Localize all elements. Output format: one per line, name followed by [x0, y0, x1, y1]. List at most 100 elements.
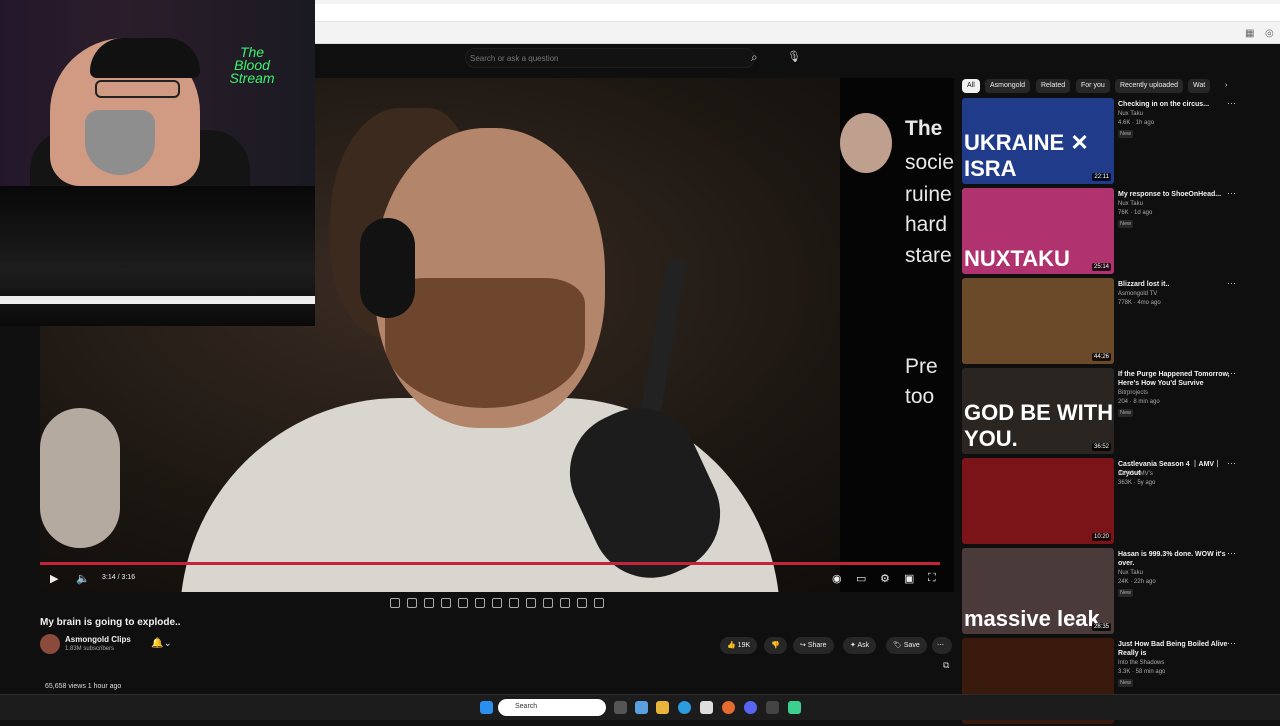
like-count: 19K: [737, 642, 751, 649]
toolbar-tool-icon[interactable]: [526, 598, 536, 608]
channel-avatar[interactable]: [40, 634, 60, 654]
video-thumbnail[interactable]: 44:26: [962, 278, 1114, 364]
edge-icon[interactable]: [678, 701, 691, 714]
recommendation-item[interactable]: NUXTAKU 25:14 My response to ShoeOnHead.…: [962, 188, 1242, 276]
duration-badge: 22:11: [1092, 173, 1111, 181]
progress-bar[interactable]: [40, 562, 941, 565]
recommendation-title[interactable]: Blizzard lost it..: [1118, 280, 1233, 289]
like-button[interactable]: 👍 19K: [720, 637, 758, 654]
video-thumbnail[interactable]: UKRAINE ✕ ISRA 22:11: [962, 98, 1114, 184]
chevron-right-icon[interactable]: ›: [1220, 79, 1232, 93]
recommendation-title[interactable]: Checking in on the circus...: [1118, 100, 1233, 109]
fullscreen-icon[interactable]: ⛶: [928, 572, 936, 585]
bell-icon[interactable]: 🔔⌄: [151, 638, 172, 649]
clip-icon[interactable]: ⧉: [943, 660, 949, 671]
app-icon[interactable]: [766, 701, 779, 714]
more-options-icon[interactable]: ⋯: [1227, 548, 1236, 559]
taskbar-search[interactable]: Search: [498, 699, 606, 716]
firefox-icon[interactable]: [722, 701, 735, 714]
recommendation-meta: 778K · 4mo ago: [1118, 300, 1161, 306]
channel-name[interactable]: Asmongold Clips: [65, 635, 131, 644]
toolbar-tool-icon[interactable]: [577, 598, 587, 608]
toolbar-tool-icon[interactable]: [475, 598, 485, 608]
recommendation-channel[interactable]: IGNIS AMV's: [1118, 471, 1153, 477]
play-icon[interactable]: ▶: [50, 572, 58, 585]
duration-badge: 28:35: [1091, 623, 1111, 631]
cam-beard: [85, 110, 155, 175]
captions-icon[interactable]: ▭: [856, 572, 866, 585]
dislike-button[interactable]: 👎: [764, 637, 787, 654]
toolbar-tool-icon[interactable]: [560, 598, 570, 608]
more-options-icon[interactable]: ⋯: [1227, 98, 1236, 109]
recommendation-item[interactable]: GOD BE WITH YOU. 36:52 If the Purge Happ…: [962, 368, 1242, 456]
recommendation-title[interactable]: My response to ShoeOnHead...: [1118, 190, 1233, 199]
more-options-icon[interactable]: ⋯: [1227, 638, 1236, 649]
chip-asmongold[interactable]: Asmongold: [985, 79, 1031, 93]
recommendation-channel[interactable]: Bitrprojects: [1118, 390, 1148, 396]
toolbar-tool-icon[interactable]: [390, 598, 400, 608]
file-explorer-icon[interactable]: [656, 701, 669, 714]
recommendation-title[interactable]: Just How Bad Being Boiled Alive Really i…: [1118, 640, 1233, 658]
overlay-line: Pre: [905, 355, 938, 378]
autoplay-toggle[interactable]: ◉: [832, 572, 842, 585]
toolbar-tool-icon[interactable]: [424, 598, 434, 608]
chip-related[interactable]: Related: [1036, 79, 1071, 93]
recommendation-channel[interactable]: Nux Taku: [1118, 201, 1143, 207]
more-options-icon[interactable]: ⋯: [1227, 458, 1236, 469]
more-actions-button[interactable]: ⋯: [932, 637, 952, 654]
duration-badge: 36:52: [1091, 443, 1111, 451]
share-label: Share: [807, 642, 827, 649]
task-view-icon[interactable]: [614, 701, 627, 714]
more-options-icon[interactable]: ⋯: [1227, 368, 1236, 379]
app-icon[interactable]: [788, 701, 801, 714]
recommendation-channel[interactable]: Into the Shadows: [1118, 660, 1164, 666]
recommendation-item[interactable]: 10:20 Castlevania Season 4 ｜AMV｜Cryout I…: [962, 458, 1242, 546]
toolbar-tool-icon[interactable]: [594, 598, 604, 608]
recommendation-title[interactable]: If the Purge Happened Tomorrow, Here's H…: [1118, 370, 1233, 388]
microphone-icon[interactable]: 🎙: [787, 50, 801, 63]
overlay-line: too: [905, 385, 935, 408]
more-options-icon[interactable]: ⋯: [1227, 188, 1236, 199]
chip-all[interactable]: All: [962, 79, 980, 93]
chip-recently-uploaded[interactable]: Recently uploaded: [1115, 79, 1183, 93]
recommendation-channel[interactable]: Nux Taku: [1118, 111, 1143, 117]
person-icon[interactable]: ◎: [1265, 28, 1274, 39]
volume-icon[interactable]: 🔈: [76, 572, 90, 585]
recommendation-item[interactable]: 44:26 Blizzard lost it.. Asmongold TV 77…: [962, 278, 1242, 366]
widgets-icon[interactable]: [635, 701, 648, 714]
video-thumbnail[interactable]: massive leak 28:35: [962, 548, 1114, 634]
thumbnail-text: NUXTAKU: [964, 246, 1070, 271]
overlay-line: stare: [905, 244, 952, 267]
search-icon[interactable]: ⌕: [751, 50, 758, 65]
grid-icon[interactable]: ▦: [1245, 28, 1254, 39]
chip-for-you[interactable]: For you: [1076, 79, 1110, 93]
toolbar-tool-icon[interactable]: [543, 598, 553, 608]
chip-watched[interactable]: Wat: [1188, 79, 1211, 93]
settings-icon[interactable]: ⚙: [880, 572, 890, 585]
toolbar-tool-icon[interactable]: [492, 598, 502, 608]
video-thumbnail[interactable]: 10:20: [962, 458, 1114, 544]
recommendation-channel[interactable]: Nux Taku: [1118, 570, 1143, 576]
recommendation-meta: 3.3K · 58 min ago: [1118, 669, 1166, 675]
save-button[interactable]: 🏷 Save: [886, 637, 927, 654]
ask-button[interactable]: ✦ Ask: [843, 637, 877, 654]
frame-line: [0, 296, 315, 304]
recommendation-item[interactable]: UKRAINE ✕ ISRA 22:11 Checking in on the …: [962, 98, 1242, 186]
toolbar-tool-icon[interactable]: [407, 598, 417, 608]
search-input[interactable]: Search or ask a question: [465, 48, 755, 68]
toolbar-tool-icon[interactable]: [441, 598, 451, 608]
miniplayer-icon[interactable]: ▣: [904, 572, 914, 585]
recommendation-channel[interactable]: Asmongold TV: [1118, 291, 1157, 297]
discord-icon[interactable]: [744, 701, 757, 714]
toolbar-tool-icon[interactable]: [458, 598, 468, 608]
video-thumbnail[interactable]: NUXTAKU 25:14: [962, 188, 1114, 274]
toolbar-tool-icon[interactable]: [509, 598, 519, 608]
video-thumbnail[interactable]: GOD BE WITH YOU. 36:52: [962, 368, 1114, 454]
more-options-icon[interactable]: ⋯: [1227, 278, 1236, 289]
share-button[interactable]: ↪ Share: [793, 637, 834, 654]
recommendation-title[interactable]: Hasan is 999.3% done. WOW it's over.: [1118, 550, 1233, 568]
windows-start-icon[interactable]: [480, 701, 493, 714]
recommendation-item[interactable]: massive leak 28:35 Hasan is 999.3% done.…: [962, 548, 1242, 636]
address-bar[interactable]: [315, 4, 1280, 22]
store-icon[interactable]: [700, 701, 713, 714]
